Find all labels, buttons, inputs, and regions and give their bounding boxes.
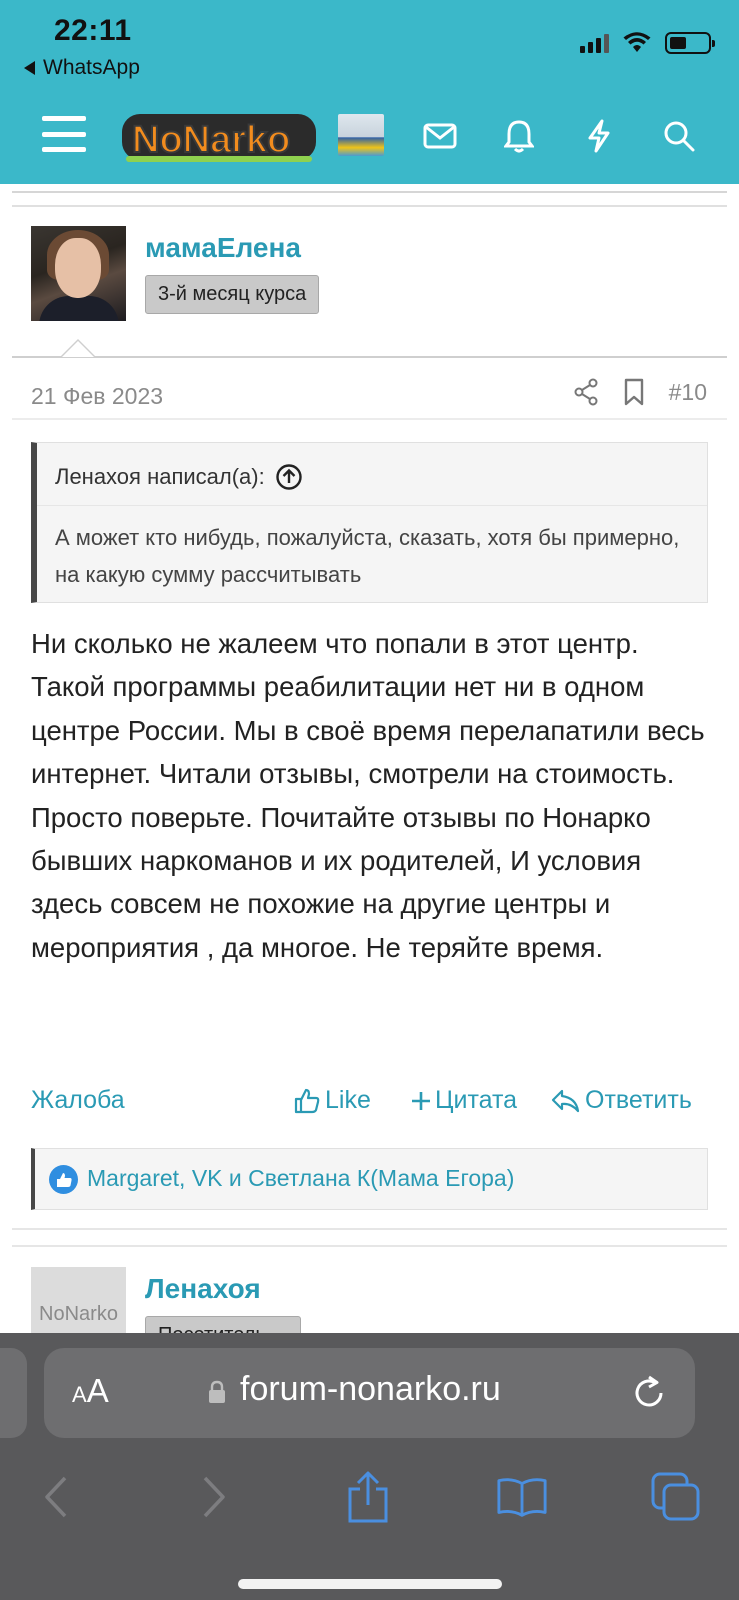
mail-icon[interactable] [418,114,462,158]
quote-author-line: Ленахоя написал(а): [55,464,265,489]
back-to-app-link[interactable]: WhatsApp [24,56,140,80]
menu-icon[interactable] [42,116,86,152]
top-divider [12,191,727,193]
share-icon[interactable] [573,378,599,406]
reply-icon [551,1089,580,1112]
next-post-username[interactable]: Ленахоя [145,1273,261,1305]
wifi-icon [623,32,651,52]
status-icons [580,32,715,54]
lock-icon [209,1380,225,1403]
post-bottom-divider [12,1228,727,1230]
quote-text: А может кто нибудь, пожалуйста, сказать,… [55,525,680,587]
post-username[interactable]: мамаЕлена [145,232,301,264]
user-info-divider [12,356,727,358]
tabs-icon[interactable] [650,1471,702,1523]
user-avatar[interactable] [338,114,384,156]
like-button[interactable]: Like [293,1086,371,1115]
address-bar[interactable]: AAAA forum-nonarko.ru [44,1348,695,1438]
like-label: Like [325,1086,371,1114]
search-icon[interactable] [657,114,701,158]
back-app-label: WhatsApp [43,56,140,79]
reply-label: Ответить [585,1086,692,1114]
lightning-icon[interactable] [577,114,621,158]
main-nav: NoNarko [0,96,739,174]
post-number-link[interactable]: #10 [669,379,707,406]
quote-block: Ленахоя написал(а): А может кто нибудь, … [31,442,708,603]
thumbs-up-icon [294,1088,320,1113]
reader-options-button[interactable]: AAAA [72,1372,109,1410]
page: 22:11 WhatsApp NoNarko мамаЕлена 3-й мес… [0,0,739,1600]
post-top-divider [12,205,727,207]
post-meta-actions: #10 [573,378,707,406]
reload-icon[interactable] [629,1373,669,1413]
status-time: 22:11 [54,14,132,47]
quote-button[interactable]: Цитата [411,1086,517,1115]
next-post-top-divider [12,1245,727,1247]
report-link[interactable]: Жалоба [31,1086,125,1115]
browser-nav-bar [0,1461,739,1531]
forward-icon[interactable] [188,1471,240,1523]
quote-separator [37,505,707,506]
reply-button[interactable]: Ответить [551,1086,692,1115]
cellular-signal-icon [580,33,609,53]
post-avatar[interactable] [31,226,126,321]
url-text[interactable]: forum-nonarko.ru [240,1370,501,1409]
post-body: Ни сколько не жалеем что попали в этот ц… [31,628,705,963]
share-sheet-icon[interactable] [342,1471,394,1523]
likes-text[interactable]: Margaret, VK и Светлана К(Мама Егора) [87,1165,514,1192]
battery-icon [665,32,715,54]
back-arrow-icon [24,61,35,75]
divider-pointer [60,339,96,357]
post-actions: Жалоба Like Цитата Ответить [31,1084,708,1120]
post-date[interactable]: 21 Фев 2023 [31,383,163,410]
arrow-up-circle-icon[interactable] [275,463,303,491]
site-header: 22:11 WhatsApp NoNarko [0,0,739,184]
likes-summary[interactable]: Margaret, VK и Светлана К(Мама Егора) [31,1148,708,1210]
bookmarks-icon[interactable] [496,1471,548,1523]
post-header-divider [12,418,727,420]
user-title-badge: 3-й месяц курса [145,275,320,314]
home-indicator[interactable] [238,1579,502,1589]
plus-icon [412,1091,430,1110]
quote-header[interactable]: Ленахоя написал(а): [55,463,303,491]
site-logo[interactable]: NoNarko [120,106,318,168]
browser-toolbar: AAAA forum-nonarko.ru [0,1333,739,1600]
quote-label: Цитата [435,1086,518,1114]
bell-icon[interactable] [497,114,541,158]
back-icon[interactable] [30,1471,82,1523]
logo-text: NoNarko [132,119,290,161]
bookmark-icon[interactable] [623,378,645,406]
previous-tab-stub[interactable] [0,1348,27,1438]
like-reaction-icon [49,1165,78,1194]
